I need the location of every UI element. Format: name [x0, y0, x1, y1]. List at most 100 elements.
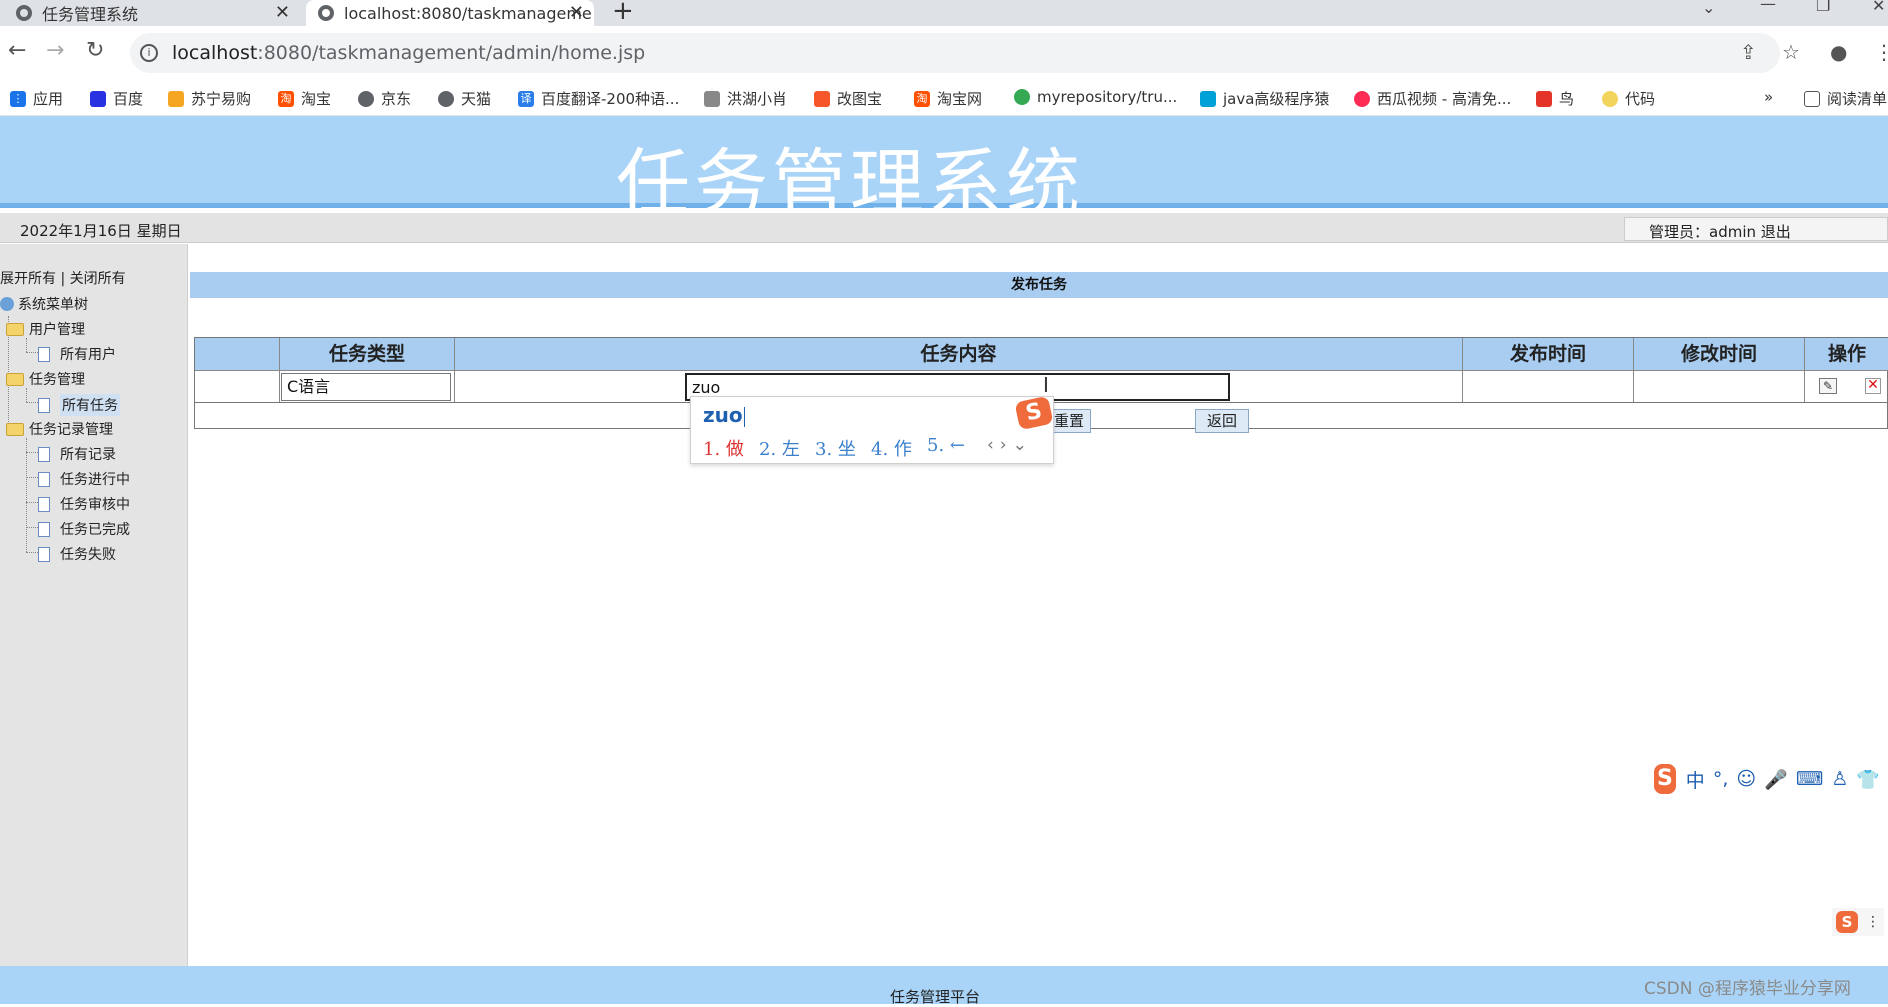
- tree-separator: |: [60, 271, 66, 287]
- bookmark-item[interactable]: 淘淘宝网: [914, 88, 982, 109]
- bookmark-item[interactable]: 苏宁易购: [168, 88, 251, 109]
- reading-list[interactable]: 阅读清单: [1804, 88, 1887, 109]
- menu-icon[interactable]: ⋮: [1874, 40, 1888, 64]
- sidebar-item-in-progress[interactable]: 任务进行中: [38, 469, 130, 489]
- url-path: :8080/taskmanagement/admin/home.jsp: [257, 42, 646, 64]
- close-window-icon[interactable]: ✕: [1872, 0, 1885, 15]
- root-menu-icon: [0, 297, 14, 311]
- page-icon: [38, 496, 50, 512]
- url-field[interactable]: i localhost:8080/taskmanagement/admin/ho…: [130, 33, 1780, 73]
- reload-icon[interactable]: ↻: [86, 38, 104, 63]
- sidebar-item-under-review[interactable]: 任务审核中: [38, 494, 130, 514]
- ime-candidate[interactable]: 4. 作: [871, 435, 912, 461]
- microphone-icon[interactable]: 🎤: [1764, 768, 1788, 791]
- new-tab-icon[interactable]: +: [612, 0, 634, 26]
- bookmark-item[interactable]: 译百度翻译-200种语...: [518, 88, 679, 109]
- page-icon: [38, 471, 50, 487]
- sidebar-group-task[interactable]: 任务管理: [6, 369, 85, 389]
- column-header-actions: 操作: [1805, 338, 1888, 370]
- bookmarks-bar: ⋮ 应用 百度 苏宁易购 淘淘宝 京东 天猫 译百度翻译-200种语... 洪湖小…: [0, 80, 1888, 116]
- sogou-logo-icon[interactable]: S: [1654, 764, 1676, 794]
- page-icon: [38, 546, 50, 562]
- collapse-all-link[interactable]: 关闭所有: [70, 271, 126, 287]
- bookmark-item[interactable]: 洪湖小肖: [704, 88, 787, 109]
- delete-icon[interactable]: ✕: [1865, 378, 1881, 394]
- back-button[interactable]: 返回: [1195, 409, 1249, 433]
- bookmark-item[interactable]: 百度: [90, 88, 143, 109]
- folder-open-icon: [6, 372, 24, 386]
- bookmark-item[interactable]: 鸟: [1536, 88, 1574, 109]
- more-icon[interactable]: ⋮: [1866, 914, 1880, 930]
- tab-search-icon[interactable]: ⌄: [1702, 0, 1715, 17]
- translate-icon: 译: [518, 90, 534, 107]
- ime-candidate[interactable]: 3. 坐: [815, 435, 856, 461]
- bookmarks-overflow-icon[interactable]: »: [1764, 88, 1773, 106]
- bookmark-item[interactable]: 天猫: [438, 88, 491, 109]
- bookmark-item[interactable]: myrepository/tru...: [1014, 88, 1177, 106]
- ime-candidate[interactable]: 5. ←: [927, 435, 965, 456]
- keyboard-icon[interactable]: ⌨: [1796, 768, 1823, 790]
- bookmark-item[interactable]: 淘淘宝: [278, 88, 331, 109]
- table-cell: [195, 370, 280, 402]
- bookmark-item[interactable]: 改图宝: [814, 88, 882, 109]
- sidebar-item-all-users[interactable]: 所有用户: [38, 344, 116, 364]
- sidebar-item-completed[interactable]: 任务已完成: [38, 519, 130, 539]
- sidebar-item-all-tasks[interactable]: 所有任务: [38, 394, 120, 416]
- sidebar-group-user[interactable]: 用户管理: [6, 319, 85, 339]
- restore-icon[interactable]: ❐: [1816, 0, 1830, 15]
- expand-all-link[interactable]: 展开所有: [0, 271, 56, 287]
- close-tab-icon[interactable]: ✕: [569, 2, 584, 23]
- ime-page-arrows-icon[interactable]: ‹›⌄: [987, 435, 1033, 455]
- task-type-input[interactable]: C语言: [281, 373, 451, 401]
- bookmark-apps[interactable]: ⋮ 应用: [10, 88, 63, 109]
- close-tab-icon[interactable]: ✕: [275, 2, 290, 23]
- sidebar-item-failed[interactable]: 任务失败: [38, 544, 116, 564]
- bookmark-item[interactable]: 京东: [358, 88, 411, 109]
- tree-controls: 展开所有 | 关闭所有: [0, 268, 126, 288]
- bookmark-item[interactable]: java高级程序猿: [1200, 88, 1329, 109]
- page-icon: [38, 521, 50, 537]
- ime-candidate[interactable]: 2. 左: [759, 435, 800, 461]
- bookmark-item[interactable]: 代码: [1602, 88, 1655, 109]
- ime-candidate[interactable]: 1. 做: [703, 435, 744, 461]
- gaitubao-icon: [814, 90, 830, 107]
- ime-punctuation-toggle[interactable]: °,: [1713, 768, 1729, 790]
- user-icon[interactable]: ♙: [1831, 768, 1848, 790]
- site-footer: 任务管理平台: [0, 966, 1888, 1006]
- bookmark-star-icon[interactable]: ☆: [1782, 40, 1800, 64]
- bookmark-item[interactable]: 西瓜视频 - 高清免...: [1354, 88, 1511, 109]
- tab-title: 任务管理系统: [42, 5, 139, 24]
- site-info-icon[interactable]: i: [140, 44, 158, 62]
- browser-tab[interactable]: 任务管理系统 ✕: [0, 0, 300, 26]
- suning-icon: [168, 90, 184, 107]
- edit-icon[interactable]: ✎: [1819, 378, 1837, 394]
- code-icon: [1602, 90, 1618, 107]
- sogou-logo-icon[interactable]: S: [1836, 911, 1858, 933]
- sidebar-item-all-records[interactable]: 所有记录: [38, 444, 116, 464]
- sogou-logo-icon: S: [1014, 395, 1054, 431]
- bird-red-icon: [1536, 90, 1552, 107]
- bilibili-icon: [1200, 90, 1216, 107]
- skin-icon[interactable]: 👕: [1856, 768, 1880, 791]
- profile-icon[interactable]: ●: [1830, 40, 1847, 64]
- column-header-modify-time: 修改时间: [1634, 338, 1805, 370]
- emoji-icon[interactable]: ☺: [1736, 768, 1756, 790]
- admin-logout[interactable]: 管理员：admin 退出: [1624, 217, 1888, 241]
- site-header: 任务管理系统: [0, 116, 1888, 227]
- tree-root[interactable]: 系统菜单树: [0, 294, 88, 314]
- share-icon[interactable]: ⇪: [1740, 40, 1757, 64]
- page-icon: [38, 346, 50, 362]
- back-icon[interactable]: ←: [8, 38, 26, 63]
- sogou-mini-toolbar: S ⋮: [1832, 908, 1884, 936]
- sidebar-menu-tree: 展开所有 | 关闭所有 系统菜单树 用户管理 所有用户 任务管理 所有任务 任务…: [0, 244, 188, 966]
- actions-cell: ✎ ✕: [1805, 370, 1888, 402]
- sidebar-group-records[interactable]: 任务记录管理: [6, 419, 113, 439]
- text-cursor-icon: I: [1043, 373, 1049, 397]
- ime-mode-toggle[interactable]: 中: [1686, 766, 1705, 793]
- status-bar: 2022年1月16日 星期日 管理员：admin 退出: [0, 213, 1888, 243]
- section-title: 发布任务: [190, 272, 1888, 298]
- forward-icon[interactable]: →: [46, 38, 64, 63]
- minimize-icon[interactable]: —: [1760, 0, 1776, 13]
- browser-tab-active[interactable]: localhost:8080/taskmanageme ✕: [306, 0, 594, 26]
- column-header-task-type: 任务类型: [280, 338, 455, 370]
